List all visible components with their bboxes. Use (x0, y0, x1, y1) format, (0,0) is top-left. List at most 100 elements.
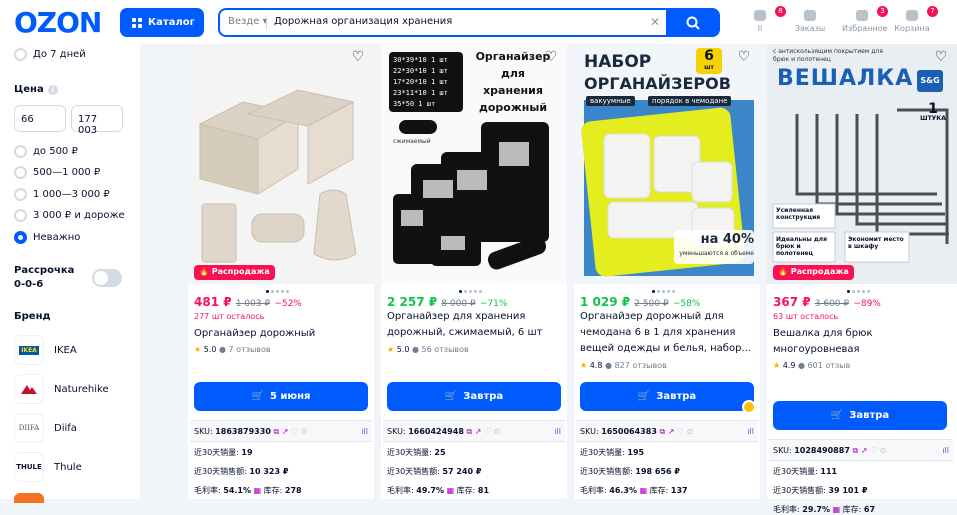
sku-value[interactable]: 1863879330 (215, 427, 271, 436)
image-top-text: с антискользящим покрытием для брюк и по… (773, 48, 883, 63)
image-percent: на 40% (700, 232, 754, 247)
product-card[interactable]: ♡ 🔥 Распродажа 481 ₽ 1 003 ₽ −52% 277 шт… (188, 44, 374, 499)
discount: −58% (672, 299, 701, 309)
brand-item[interactable]: Naturehike (14, 374, 109, 404)
heart-outline-icon[interactable]: ♡ ⊙ (870, 446, 886, 455)
stat-revenue-margin: 近30天销售额: 39 101 ₽ (773, 486, 868, 495)
product-card[interactable]: 30*39*10 1 шт 22*30*10 1 шт 17*20*10 1 ш… (381, 44, 567, 499)
brand-item[interactable]: DIIFA Diifa (14, 413, 77, 443)
copy-icon[interactable]: ⧉ ↗ (852, 446, 867, 455)
cart-label: Корзина (894, 24, 930, 33)
heart-outline-icon[interactable]: ♡ ⊙ (677, 427, 693, 436)
favorite-heart-icon[interactable]: ♡ (933, 49, 949, 65)
add-to-cart-button[interactable]: 🛒 Завтра (387, 382, 561, 411)
header-cart[interactable]: 7 Корзина (892, 6, 938, 33)
favorite-heart-icon[interactable]: ♡ (736, 49, 752, 65)
price-option-selected[interactable]: Неважно (14, 231, 80, 244)
image-dots[interactable] (266, 290, 289, 293)
copy-icon[interactable]: ⧉ ↗ (466, 427, 481, 436)
li-badge: 8 (775, 6, 786, 17)
copy-icon[interactable]: ⧉ ↗ (273, 427, 288, 436)
calculator-icon[interactable]: ▦ (833, 505, 841, 514)
calculator-icon[interactable]: ▦ (447, 486, 455, 495)
sku-value[interactable]: 1650064383 (601, 427, 657, 436)
delivery-option-label: До 7 дней (33, 49, 86, 60)
product-image[interactable]: с антискользящим покрытием для брюк и по… (767, 44, 957, 284)
image-dots[interactable] (652, 290, 675, 293)
price-option-label: 500—1 000 ₽ (33, 167, 101, 178)
search-scope-select[interactable]: Везде ▾ (228, 16, 268, 27)
chat-icon: ● (605, 361, 612, 370)
calculator-icon[interactable]: ▦ (254, 486, 262, 495)
catalog-button[interactable]: Каталог (120, 8, 204, 37)
product-card[interactable]: с антискользящим покрытием для брюк и по… (767, 44, 957, 514)
old-price: 1 003 ₽ (235, 299, 271, 309)
filters-sidebar: До 7 дней Цена i 66 177 003 до 500 ₽ 500… (0, 44, 140, 503)
delivery-option[interactable]: До 7 дней (14, 48, 86, 61)
image-dots[interactable] (459, 290, 482, 293)
cart-icon: 🛒 (637, 391, 651, 402)
product-image[interactable]: ♡ (188, 44, 374, 284)
star-icon: ★ (580, 361, 588, 370)
chat-icon: ● (219, 345, 226, 354)
product-card[interactable]: НАБОР 6 шт ОРГАНАЙЗЕРОВ вакуумные порядок… (574, 44, 760, 499)
brand-logo-partial (14, 493, 44, 503)
search-button[interactable] (666, 8, 720, 37)
product-rating: ★ 5.0 ● 7 отзывов (194, 345, 271, 354)
product-name[interactable]: Органайзер дорожный (194, 326, 370, 342)
thumbs-up-icon[interactable] (742, 400, 756, 414)
product-image[interactable]: 30*39*10 1 шт 22*30*10 1 шт 17*20*10 1 ш… (381, 44, 567, 284)
discount: −89% (853, 299, 881, 309)
product-name[interactable]: Вешалка для брюк многоуровневая (773, 326, 949, 358)
favorite-heart-icon[interactable]: ♡ (350, 49, 366, 65)
clear-icon[interactable]: ✕ (650, 15, 660, 29)
ikea-logo-icon: IKEA (14, 335, 44, 365)
price-to-input[interactable]: 177 003 (71, 105, 123, 136)
favorites-label: Избранное (842, 24, 888, 33)
cart-badge: 7 (927, 6, 938, 17)
add-to-cart-button[interactable]: 🛒 Завтра (580, 382, 754, 411)
heart-outline-icon[interactable]: ♡ ⊙ (291, 427, 307, 436)
product-name[interactable]: Органайзер для хранения дорожный, сжимае… (387, 309, 563, 341)
installment-toggle[interactable] (92, 269, 122, 287)
price-option[interactable]: до 500 ₽ (14, 145, 78, 158)
brand-item[interactable]: IKEA IKEA (14, 335, 77, 365)
header-li[interactable]: 8 li (740, 6, 786, 33)
sku-value[interactable]: 1028490887 (794, 446, 850, 455)
favorites-badge: 3 (877, 6, 888, 17)
old-price: 3 600 ₽ (814, 299, 850, 309)
header-favorites[interactable]: 3 Избранное (842, 6, 888, 33)
brand-item[interactable]: THULE Thule (14, 452, 82, 482)
header-orders[interactable]: Заказы (790, 10, 830, 33)
image-percent-note: уменьшаются в объеме (679, 250, 754, 257)
price-option[interactable]: 3 000 ₽ и дороже (14, 209, 125, 222)
product-image[interactable]: НАБОР 6 шт ОРГАНАЙЗЕРОВ вакуумные порядок… (574, 44, 760, 284)
cart-icon: 🛒 (444, 391, 458, 402)
sale-badge: 🔥 Распродажа (773, 265, 854, 280)
price-from-input[interactable]: 66 (14, 105, 66, 132)
search-input[interactable]: Дорожная организация хранения (274, 16, 452, 27)
sku-value[interactable]: 1660424948 (408, 427, 464, 436)
ozon-logo[interactable]: OZON (14, 6, 102, 39)
product-price: 1 029 ₽ 2 500 ₽ −58% (580, 295, 701, 309)
bars-icon[interactable]: ıll (554, 427, 561, 436)
price-option[interactable]: 500—1 000 ₽ (14, 166, 100, 179)
heart-outline-icon[interactable]: ♡ ⊙ (484, 427, 500, 436)
favorite-heart-icon[interactable]: ♡ (543, 49, 559, 65)
price-option[interactable]: 1 000—3 000 ₽ (14, 188, 110, 201)
product-name[interactable]: Органайзер дорожный для чемодана 6 в 1 д… (580, 309, 756, 357)
calculator-icon[interactable]: ▦ (640, 486, 648, 495)
add-to-cart-button[interactable]: 🛒 5 июня (194, 382, 368, 411)
bars-icon[interactable]: ıll (942, 446, 949, 455)
bars-icon[interactable]: ıll (747, 427, 754, 436)
price-option-label: 1 000—3 000 ₽ (33, 189, 110, 200)
price-option-label: до 500 ₽ (33, 146, 78, 157)
sale-badge: 🔥 Распродажа (194, 265, 275, 280)
copy-icon[interactable]: ⧉ ↗ (659, 427, 674, 436)
brand-badge: S&G (917, 70, 943, 92)
add-to-cart-button[interactable]: 🛒 Завтра (773, 401, 947, 430)
bars-icon[interactable]: ıll (361, 427, 368, 436)
product-rating: ★ 5.0 ● 56 отзывов (387, 345, 469, 354)
image-dots[interactable] (847, 290, 870, 293)
discount: −71% (479, 299, 508, 309)
